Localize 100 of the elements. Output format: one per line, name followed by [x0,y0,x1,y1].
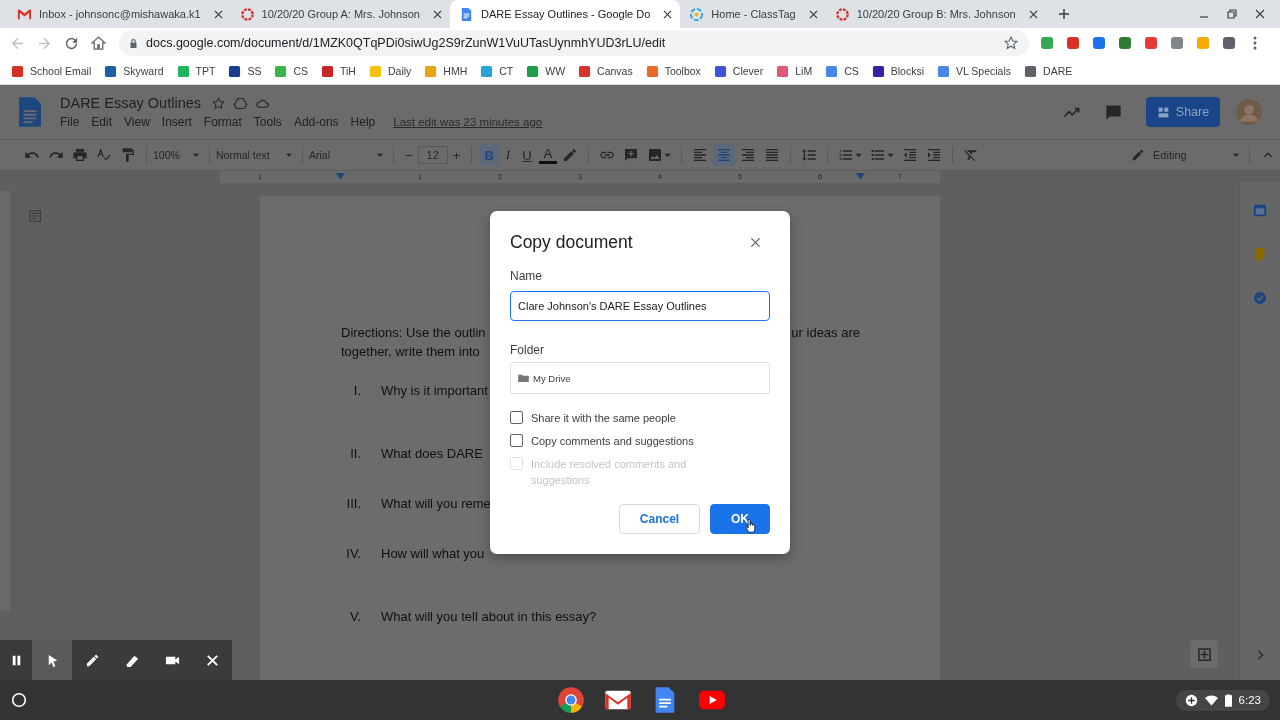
bookmark[interactable]: CT [480,64,514,78]
bookmark[interactable]: Clever [713,64,764,78]
bookmark[interactable]: VL Specials [937,64,1012,78]
align-center-icon[interactable] [713,144,736,166]
close-icon[interactable] [432,9,442,19]
browser-tab[interactable]: 10/20/20 Group B: Mrs. Johnson [825,0,1046,28]
home-icon[interactable] [90,34,107,52]
add-icon [1196,646,1212,662]
bookmark[interactable]: Skyward [104,64,164,78]
address-bar[interactable]: docs.google.com/document/d/1MZK0QTqPDi0siwUg2S9rZunW1VuUTasUynmhYUD3rLU/edit [119,30,1029,56]
close-icon[interactable] [750,237,761,248]
extension-icon[interactable] [1091,35,1107,51]
list-numeral: IV. [345,546,361,561]
cancel-button[interactable]: Cancel [619,504,700,534]
image-icon[interactable] [647,147,672,163]
bookmark[interactable]: TiH [321,64,356,78]
bulleted-list-icon[interactable] [870,147,895,163]
directions-text: together, write them into [341,344,480,361]
bookmark[interactable]: School Email [11,64,92,78]
checkbox[interactable] [510,434,523,447]
outline-question: How will what you [381,546,485,561]
bookmark[interactable]: HMH [424,64,468,78]
extension-icon[interactable] [1169,35,1185,51]
close-icon[interactable] [808,9,818,19]
pointer-tool[interactable] [32,640,72,680]
outline-question: What will you tell about in this essay? [381,609,597,624]
browser-tab[interactable]: Inbox - johnsonc@mishawaka.k1 [8,0,231,28]
justify-icon[interactable] [764,147,781,163]
extension-icon[interactable] [1117,35,1133,51]
extension-icon[interactable] [1065,35,1081,51]
highlighter-icon[interactable] [562,147,579,163]
bookmark[interactable]: Blocksi [871,64,924,78]
checkbox-label: Copy comments and suggestions [531,434,695,449]
browser-tab[interactable]: Home - ClassTag [680,0,826,28]
star-icon[interactable] [211,95,227,111]
lock-icon [129,37,138,49]
field-label: Folder [510,343,544,357]
wifi-icon [1204,693,1218,707]
directions-text: Directions: Use the outlin [341,325,486,342]
list-numeral: II. [349,446,361,461]
decrease-indent-icon[interactable] [902,147,919,163]
extension-icon[interactable] [1143,35,1159,51]
outline-icon[interactable] [28,209,42,223]
directions-text: ur ideas are [791,325,860,342]
list-numeral: V. [348,609,361,624]
browser-tab[interactable]: 10/20/20 Group A: Mrs. Johnson [230,0,450,28]
pen-icon [84,652,100,668]
align-left-icon[interactable] [692,147,709,163]
calendar-icon[interactable] [1253,203,1267,217]
bookmark[interactable]: SS [228,64,262,78]
numbered-list-icon[interactable] [838,147,863,163]
print-icon[interactable] [72,147,88,163]
check-circle-icon[interactable] [1253,291,1267,305]
folder-icon [518,374,529,382]
ring-icon [834,6,850,22]
dialog-title: Copy document [510,232,633,253]
indent-marker[interactable] [856,173,865,180]
bookmark[interactable]: Canvas [578,64,633,78]
share-button[interactable]: Share [1146,97,1220,127]
close-icon[interactable] [213,9,223,19]
extension-icon[interactable] [1039,35,1055,51]
ring-icon [239,6,255,22]
bookmark[interactable]: WW [526,64,566,78]
bookmark[interactable]: Daily [368,64,412,78]
bookmark[interactable]: DARE [1024,64,1073,78]
restore-icon[interactable] [1226,8,1238,20]
browser-tab[interactable]: DARE Essay Outlines - Google Do [449,0,681,28]
extension-icon[interactable] [1221,35,1237,51]
paint-format-icon[interactable] [120,147,136,163]
battery-icon [1224,693,1232,707]
new-tab-icon[interactable] [1057,8,1070,20]
swirl-icon [689,6,705,22]
checkbox[interactable] [510,411,523,424]
star-icon[interactable] [1003,35,1019,51]
close-icon[interactable] [663,9,673,19]
field-label: Name [510,269,542,283]
indent-marker[interactable] [336,173,345,180]
browser-icon[interactable] [557,686,585,714]
folder-field[interactable]: My Drive [510,362,770,394]
name-field[interactable]: Clare Johnson's DARE Essay Outlines [510,291,770,321]
bookmark[interactable]: CS [825,64,859,78]
outline-question: What does DARE [381,446,483,461]
close-icon[interactable] [1028,9,1038,19]
bookmark[interactable]: CS [274,64,308,78]
spellcheck-icon[interactable] [96,147,112,163]
status-tray[interactable]: 6:23 [1175,689,1270,711]
add-icon [1184,693,1198,707]
increase-indent-icon[interactable] [926,147,943,163]
launcher-icon[interactable] [10,691,28,709]
bookmark[interactable]: TPT [176,64,216,78]
add-comment-icon[interactable] [623,147,640,163]
line-spacing-icon[interactable] [801,147,818,163]
comment-icon[interactable] [1104,102,1123,122]
bookmark[interactable]: Toolbox [645,64,701,78]
outline-question: Why is it important [381,383,488,398]
ok-button[interactable]: OK [710,504,770,534]
close-icon[interactable] [1254,8,1266,20]
align-right-icon[interactable] [740,147,757,163]
add-button[interactable] [1190,640,1218,668]
bookmark[interactable]: LiM [776,64,813,78]
